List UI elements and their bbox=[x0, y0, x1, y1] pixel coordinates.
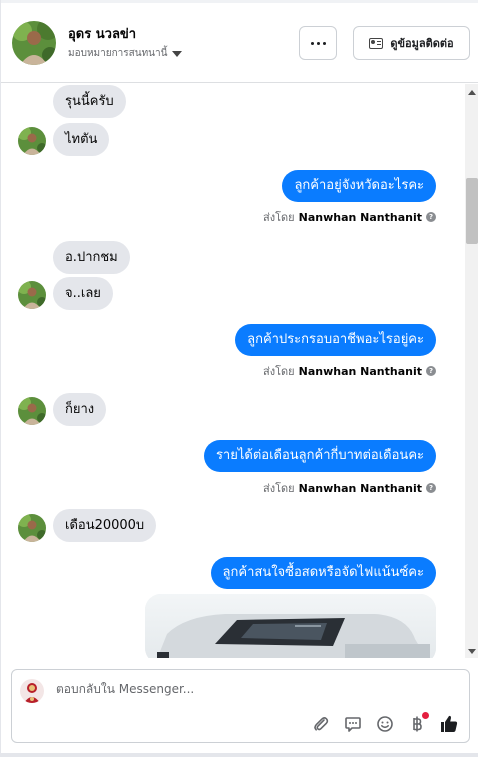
outgoing-message: ลูกค้าสนใจซื้อสดหรือจัดไฟแน้นซ์คะ bbox=[210, 557, 436, 589]
composer-area bbox=[1, 658, 478, 757]
contact-avatar-small bbox=[18, 281, 46, 309]
info-icon[interactable]: ? bbox=[426, 366, 436, 376]
reply-input[interactable] bbox=[56, 682, 436, 696]
incoming-message: อ.ปากชม bbox=[53, 241, 130, 274]
sent-by-line: ส่งโดย Nanwhan Nanthanit ? bbox=[263, 479, 436, 497]
ellipsis-icon bbox=[310, 41, 314, 45]
chat-bubble-icon[interactable] bbox=[342, 713, 363, 734]
incoming-message: ไทตัน bbox=[53, 123, 110, 156]
composer-toolbar bbox=[310, 712, 459, 734]
outgoing-message: ลูกค้าประกรอบอาชีพอะไรอยู่คะ bbox=[235, 324, 436, 356]
info-icon[interactable]: ? bbox=[426, 212, 436, 222]
notification-dot bbox=[422, 712, 429, 719]
info-icon[interactable]: ? bbox=[426, 483, 436, 493]
contact-name[interactable]: อุดร นวลข่า bbox=[68, 23, 136, 44]
inbox-conversation-panel: อุดร นวลข่า มอบหมายการสนทนานี้ ดูข้อมูลต… bbox=[0, 0, 478, 757]
image-attachment[interactable] bbox=[145, 594, 436, 658]
outgoing-message: รายได้ต่อเดือนลูกค้ากี่บาทต่อเดือนคะ bbox=[203, 440, 436, 472]
contact-avatar-small bbox=[18, 127, 46, 155]
reply-composer bbox=[11, 669, 470, 743]
sender-name[interactable]: Nanwhan Nanthanit bbox=[299, 211, 422, 224]
smiley-icon[interactable] bbox=[374, 713, 395, 734]
sent-by-prefix: ส่งโดย bbox=[263, 482, 295, 495]
baht-icon[interactable] bbox=[406, 712, 429, 734]
message-thread[interactable]: รุนนี้ครับ ไทตัน ลูกค้าอยู่จังหวัดอะไรคะ… bbox=[1, 84, 465, 658]
sender-name[interactable]: Nanwhan Nanthanit bbox=[299, 482, 422, 495]
caret-down-icon bbox=[172, 50, 183, 57]
page-avatar bbox=[20, 679, 44, 703]
scroll-up-arrow-icon[interactable] bbox=[468, 90, 476, 95]
incoming-message: รุนนี้ครับ bbox=[53, 85, 126, 118]
sent-by-prefix: ส่งโดย bbox=[263, 365, 295, 378]
assign-conversation-dropdown[interactable]: มอบหมายการสนทนานี้ bbox=[68, 46, 183, 61]
paperclip-icon[interactable] bbox=[310, 713, 331, 734]
thumbs-up-icon[interactable] bbox=[438, 713, 459, 734]
assign-label: มอบหมายการสนทนานี้ bbox=[68, 48, 168, 59]
incoming-message: เดือน20000บ bbox=[53, 509, 157, 542]
sender-name[interactable]: Nanwhan Nanthanit bbox=[299, 365, 422, 378]
contact-card-icon bbox=[369, 37, 384, 49]
conversation-scrollbar[interactable] bbox=[465, 84, 478, 658]
sent-by-line: ส่งโดย Nanwhan Nanthanit ? bbox=[263, 362, 436, 380]
scrollbar-thumb[interactable] bbox=[466, 178, 478, 244]
view-contact-info-label: ดูข้อมูลติดต่อ bbox=[390, 37, 454, 50]
conversation-header: อุดร นวลข่า มอบหมายการสนทนานี้ ดูข้อมูลต… bbox=[1, 3, 478, 83]
sent-by-prefix: ส่งโดย bbox=[263, 211, 295, 224]
contact-avatar[interactable] bbox=[12, 21, 56, 65]
outgoing-message: ลูกค้าอยู่จังหวัดอะไรคะ bbox=[282, 170, 436, 202]
more-options-button[interactable] bbox=[299, 26, 337, 60]
bottom-divider bbox=[1, 753, 478, 757]
incoming-message: ก็ยาง bbox=[53, 393, 107, 426]
contact-avatar-small bbox=[18, 397, 46, 425]
incoming-message: จ..เลย bbox=[53, 277, 113, 310]
contact-avatar-small bbox=[18, 514, 46, 542]
scroll-down-arrow-icon[interactable] bbox=[468, 649, 476, 654]
sent-by-line: ส่งโดย Nanwhan Nanthanit ? bbox=[263, 208, 436, 226]
view-contact-info-button[interactable]: ดูข้อมูลติดต่อ bbox=[353, 26, 470, 60]
